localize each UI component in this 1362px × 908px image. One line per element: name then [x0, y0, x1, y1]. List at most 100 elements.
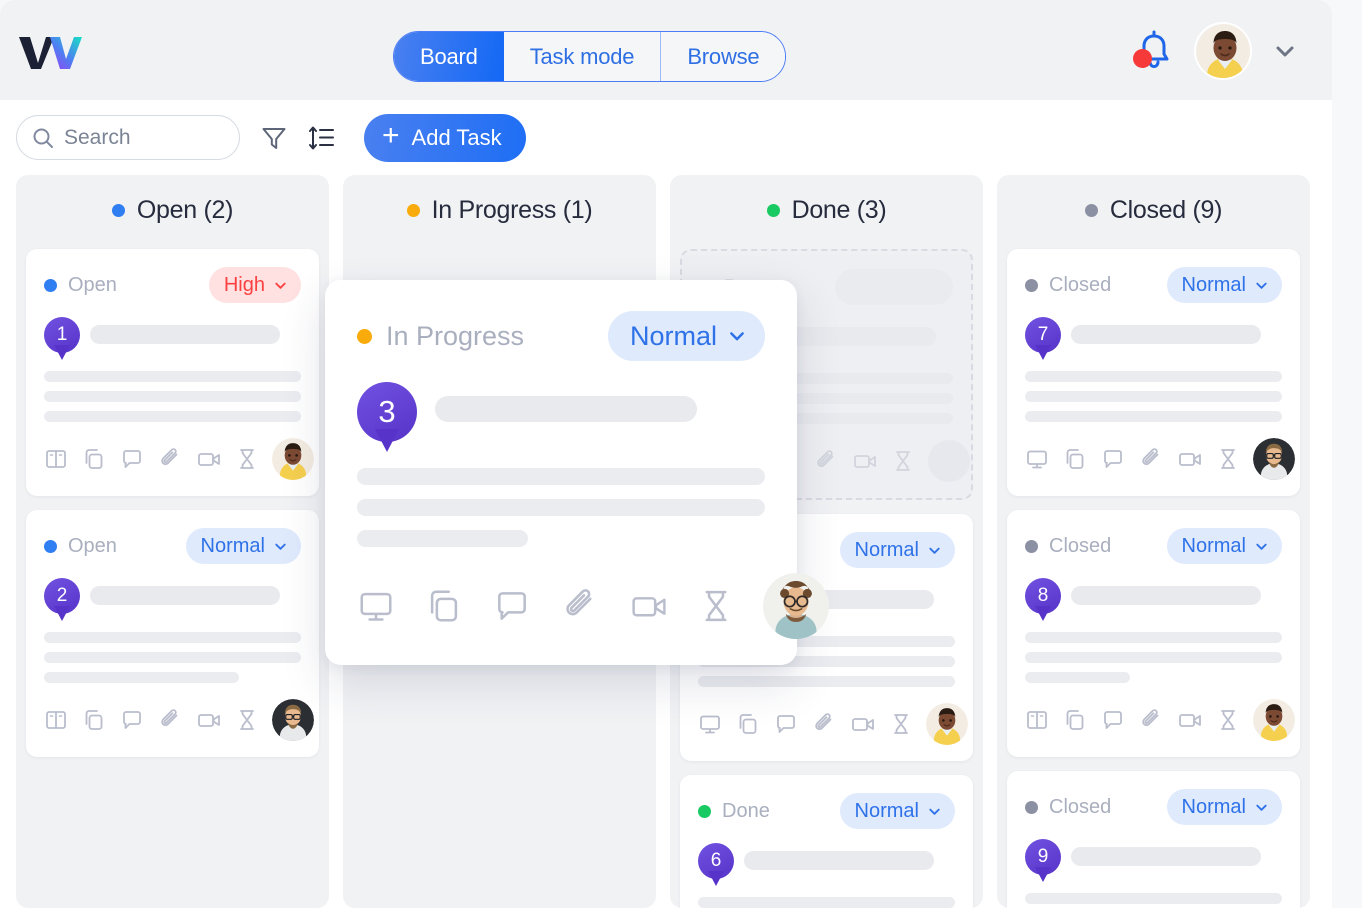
assignee-avatar[interactable] [1253, 438, 1295, 480]
video-icon [852, 449, 878, 473]
hourglass-icon[interactable] [236, 447, 258, 471]
skeleton-line [1025, 391, 1282, 402]
status-dot-in-progress [357, 328, 372, 344]
attachment-icon[interactable] [158, 447, 182, 471]
hourglass-icon[interactable] [1217, 708, 1239, 732]
attachment-icon[interactable] [812, 712, 836, 736]
skeleton-line [698, 897, 955, 908]
status-dot-closed [1025, 800, 1038, 814]
body-placeholder [1025, 632, 1282, 683]
board-toolbar: + Add Task [0, 100, 1332, 175]
assignee-avatar[interactable] [272, 699, 314, 741]
video-icon[interactable] [629, 587, 669, 625]
monitor-icon[interactable] [357, 587, 395, 625]
task-card[interactable]: Closed Normal 8 [1007, 510, 1300, 757]
hourglass-icon[interactable] [236, 708, 258, 732]
kanban-icon[interactable] [1025, 708, 1049, 732]
priority-selector[interactable]: Normal [1166, 789, 1282, 825]
copy-icon[interactable] [82, 447, 106, 471]
assignee-avatar[interactable] [926, 703, 968, 745]
comment-icon[interactable] [774, 712, 798, 736]
filter-button[interactable] [260, 124, 288, 152]
comment-icon[interactable] [1101, 447, 1125, 471]
body-placeholder [44, 632, 301, 683]
copy-icon[interactable] [82, 708, 106, 732]
priority-selector[interactable]: Normal [607, 311, 765, 361]
priority-selector[interactable]: Normal [839, 532, 955, 568]
tab-task-mode[interactable]: Task mode [503, 32, 662, 81]
assignee-avatar[interactable] [1253, 699, 1295, 741]
comment-icon[interactable] [1101, 708, 1125, 732]
title-placeholder [1071, 586, 1261, 605]
view-mode-tabs[interactable]: Board Task mode Browse [393, 31, 787, 82]
card-status: In Progress [357, 321, 524, 352]
video-icon[interactable] [196, 708, 222, 732]
comment-icon[interactable] [120, 708, 144, 732]
priority-selector[interactable]: Normal [185, 528, 301, 564]
copy-icon[interactable] [1063, 447, 1087, 471]
search-input[interactable] [64, 125, 224, 150]
priority-label: Normal [854, 538, 919, 561]
task-card[interactable]: Open High 1 [26, 249, 319, 496]
priority-label: Normal [1181, 534, 1246, 557]
tab-board[interactable]: Board [394, 32, 504, 81]
add-task-button[interactable]: + Add Task [364, 113, 526, 162]
task-card[interactable]: Closed Normal 9 [1007, 771, 1300, 908]
dragged-task-card[interactable]: In Progress Normal 3 [325, 280, 829, 665]
priority-selector[interactable]: Normal [839, 793, 955, 829]
task-card[interactable]: Closed Normal 7 [1007, 249, 1300, 496]
status-dot-in-progress [406, 203, 420, 217]
kanban-icon[interactable] [44, 708, 68, 732]
priority-selector[interactable]: High [208, 267, 301, 303]
sort-button[interactable] [308, 124, 336, 152]
attachment-icon[interactable] [1139, 708, 1163, 732]
priority-label: Normal [1181, 273, 1246, 296]
tab-browse[interactable]: Browse [661, 32, 786, 81]
search-field[interactable] [16, 115, 240, 160]
card-title-row: 8 [1025, 576, 1282, 618]
assignee-avatar[interactable] [763, 573, 829, 639]
notification-badge [1133, 49, 1152, 68]
column-open[interactable]: Open (2) Open High 1 Open Normal 2 [16, 175, 329, 908]
status-dot-open [44, 539, 57, 553]
video-icon[interactable] [1177, 708, 1203, 732]
hourglass-icon[interactable] [890, 712, 912, 736]
card-header: Closed Normal [1025, 528, 1282, 564]
kanban-icon[interactable] [44, 447, 68, 471]
chevron-down-icon[interactable] [1272, 38, 1298, 64]
notifications-button[interactable] [1133, 29, 1174, 73]
search-icon [33, 128, 53, 148]
assignee-avatar[interactable] [272, 438, 314, 480]
priority-label: Normal [854, 799, 919, 822]
video-icon[interactable] [1177, 447, 1203, 471]
video-icon[interactable] [196, 447, 222, 471]
skeleton-line [44, 672, 240, 683]
monitor-icon[interactable] [698, 712, 722, 736]
comment-icon[interactable] [120, 447, 144, 471]
task-card[interactable]: Open Normal 2 [26, 510, 319, 757]
attachment-icon[interactable] [561, 587, 599, 625]
copy-icon[interactable] [736, 712, 760, 736]
sort-icon [309, 126, 334, 149]
priority-selector[interactable]: Normal [1166, 528, 1282, 564]
copy-icon[interactable] [425, 587, 463, 625]
card-title-row: 1 [44, 315, 301, 357]
skeleton-line [1025, 371, 1282, 382]
hourglass-icon[interactable] [1217, 447, 1239, 471]
attachment-icon[interactable] [158, 708, 182, 732]
video-icon[interactable] [850, 712, 876, 736]
hourglass-icon[interactable] [699, 587, 733, 625]
column-closed[interactable]: Closed (9) Closed Normal 7 Closed Normal… [997, 175, 1310, 908]
comment-icon[interactable] [493, 587, 531, 625]
attachment-icon[interactable] [1139, 447, 1163, 471]
card-status-label: Closed [1049, 795, 1112, 818]
task-card[interactable]: Done Normal 6 [680, 775, 973, 908]
copy-icon[interactable] [1063, 708, 1087, 732]
priority-selector[interactable]: Normal [1166, 267, 1282, 303]
chevron-down-icon [1256, 282, 1267, 289]
monitor-icon[interactable] [1025, 447, 1049, 471]
avatar[interactable] [1194, 22, 1252, 80]
card-title-row: 3 [357, 380, 765, 442]
card-header: Open High [44, 267, 301, 303]
app-header: Board Task mode Browse [0, 0, 1332, 100]
